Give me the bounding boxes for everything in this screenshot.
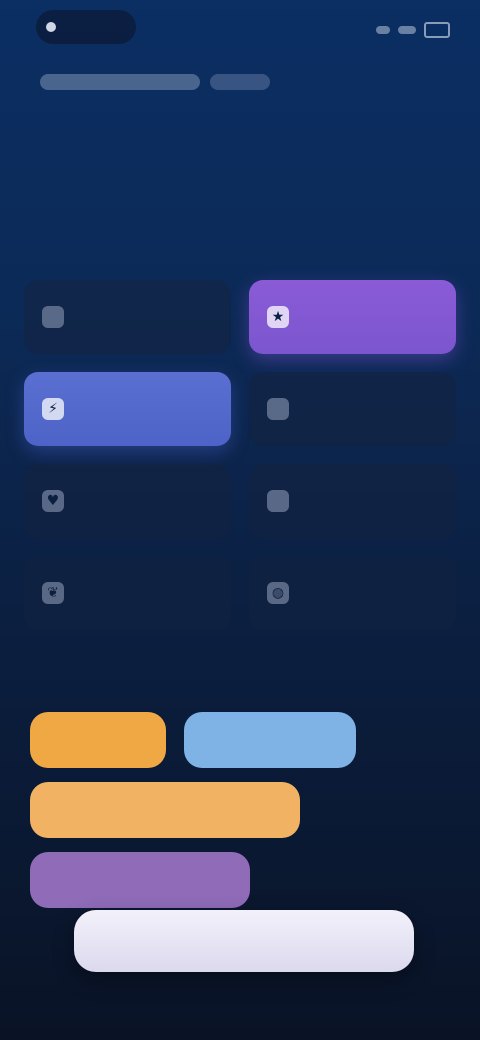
star-icon: ★ [267,306,289,328]
tag-4[interactable] [30,852,250,908]
tag-row [30,712,440,768]
battery-icon [424,22,450,38]
globe-icon: ◍ [267,582,289,604]
brand-dot-icon [46,22,56,32]
option-8[interactable]: ◍ [249,556,456,630]
wifi-icon [398,26,416,34]
option-2[interactable]: ★ [249,280,456,354]
meta-pill-primary [40,74,200,90]
meta-pill-secondary [210,74,270,90]
tag-row [30,852,440,908]
tag-3[interactable] [30,782,300,838]
circle-icon [267,398,289,420]
meta-row [40,74,270,90]
option-5[interactable]: ♥ [24,464,231,538]
brand-chip [36,10,136,44]
option-1[interactable] [24,280,231,354]
leaf-icon: ❦ [42,582,64,604]
option-4[interactable] [249,372,456,446]
tag-group [30,712,440,922]
circle-icon [42,306,64,328]
bolt-icon: ⚡ [42,398,64,420]
option-3[interactable]: ⚡ [24,372,231,446]
options-grid: ★ ⚡ ♥ ❦ ◍ [24,280,456,630]
continue-button[interactable] [74,910,414,972]
signal-icon [376,26,390,34]
tag-2[interactable] [184,712,356,768]
heart-icon: ♥ [42,490,64,512]
status-indicators [376,22,450,38]
option-7[interactable]: ❦ [24,556,231,630]
tag-row [30,782,440,838]
tag-1[interactable] [30,712,166,768]
status-bar [0,0,480,56]
circle-icon [267,490,289,512]
option-6[interactable] [249,464,456,538]
